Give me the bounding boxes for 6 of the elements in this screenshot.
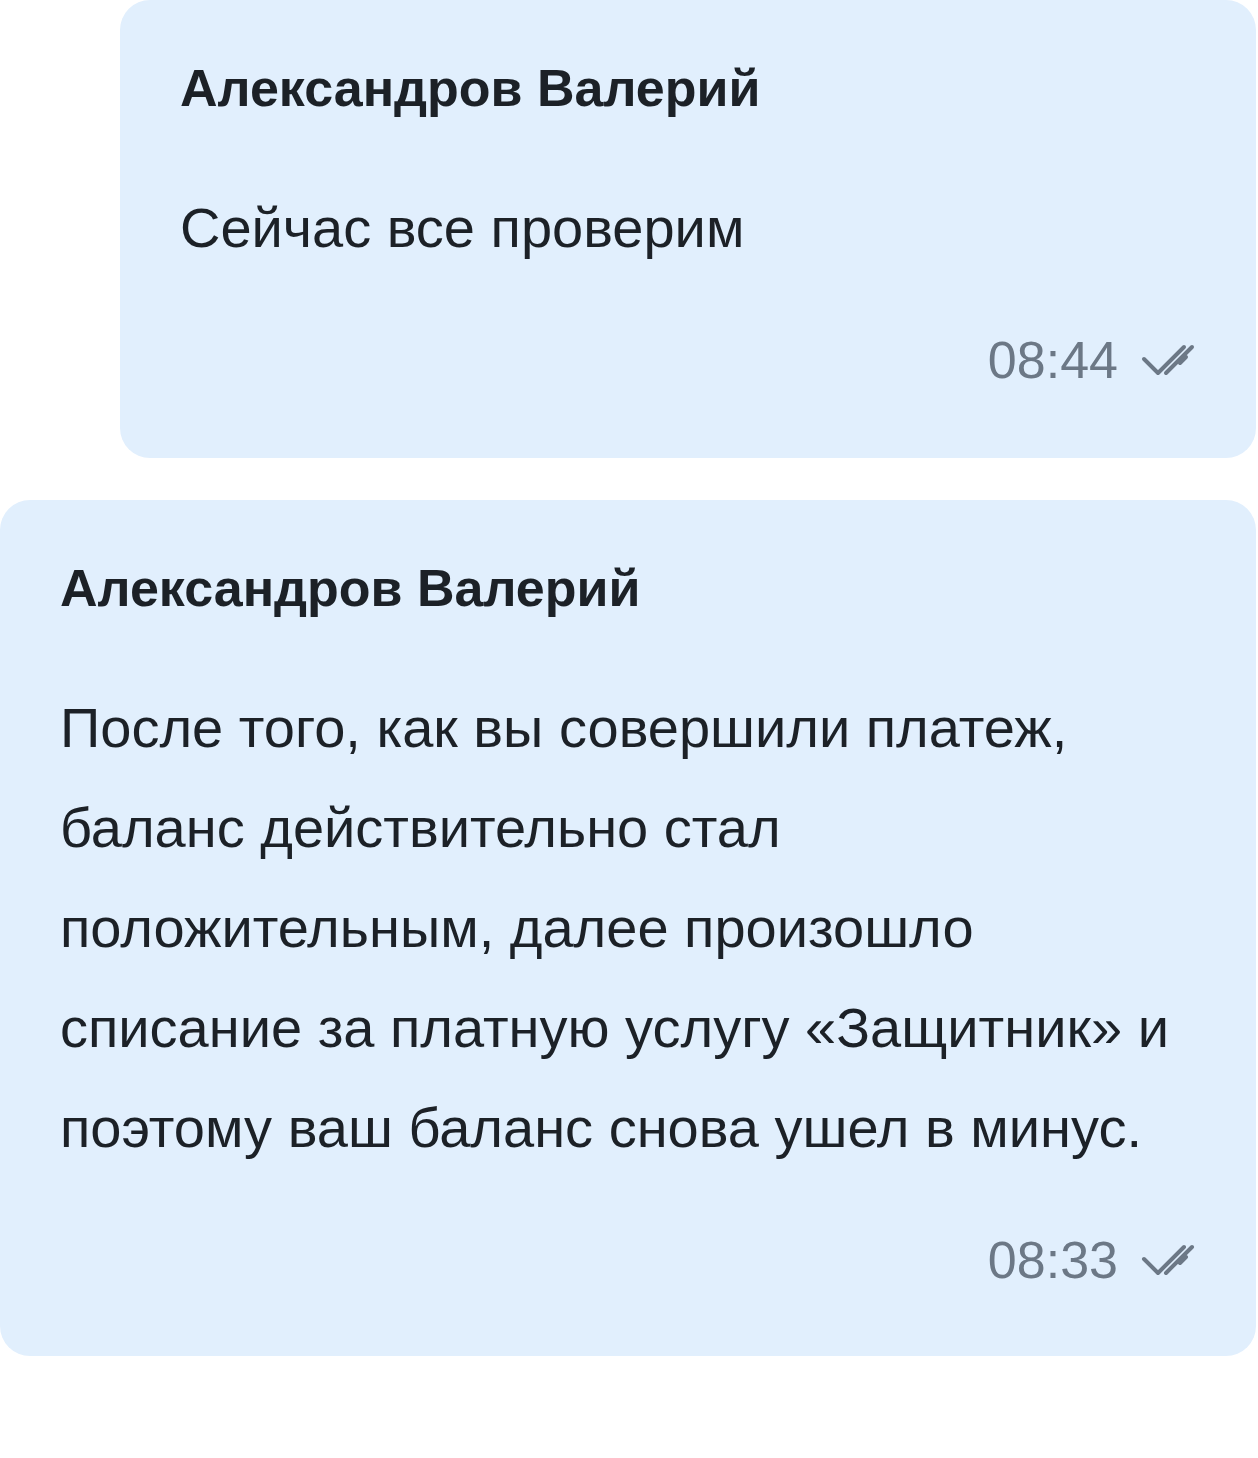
sender-name: Александров Валерий	[180, 58, 762, 119]
message-text: После того, как вы совершили платеж, баланс действительно стал положительным, далее произошло списание за платную услугу «Защитник» и поэтому ваш баланс снова ушел в минус.	[60, 695, 1170, 1161]
sender-name: Александров Валерий	[60, 558, 642, 619]
message-text: Сейчас все проверим	[180, 195, 746, 261]
message-time: 08:44	[987, 330, 1118, 390]
message-time: 08:33	[987, 1230, 1118, 1290]
